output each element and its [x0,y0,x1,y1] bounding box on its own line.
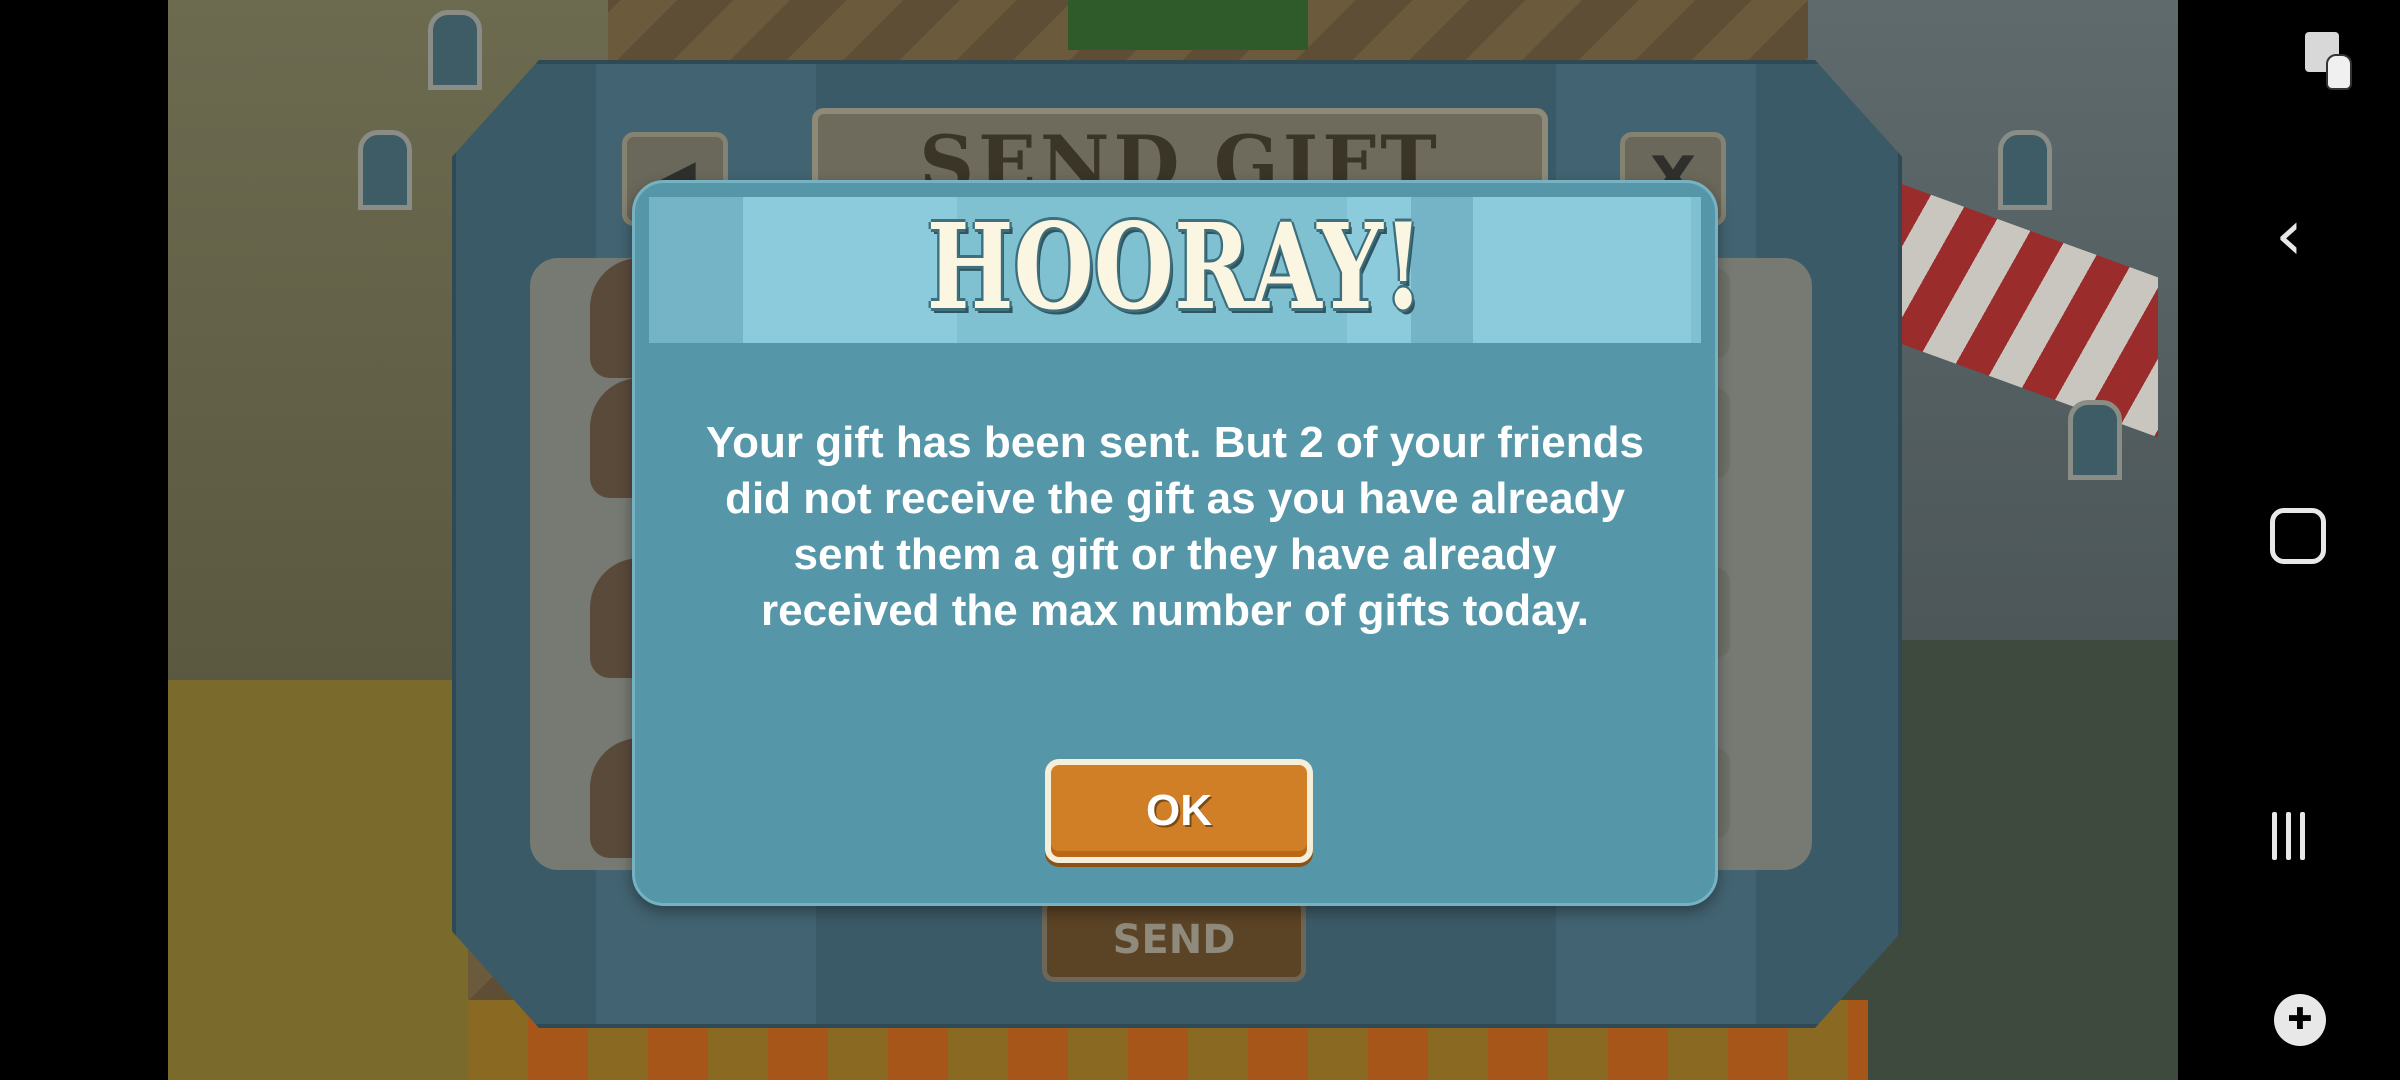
back-icon[interactable]: ‹ [2178,200,2400,270]
hooray-dialog: HOORAY! Your gift has been sent. But 2 o… [632,180,1718,906]
gamepad-icon: ✚ [2274,994,2326,1046]
background-window [358,130,412,210]
screenshot-icon-hand [2326,54,2352,90]
background-window [428,10,482,90]
send-button[interactable]: SEND [1042,898,1306,982]
background-shop-left [168,680,468,1080]
home-icon-square [2270,508,2326,564]
recents-icon-bar [2300,812,2305,860]
home-icon[interactable] [2178,508,2400,564]
dialog-title: HOORAY! [926,197,1424,336]
dialog-message: Your gift has been sent. But 2 of your f… [706,418,1644,635]
background-window [2068,400,2122,480]
game-tools-icon[interactable]: ✚ [2178,994,2400,1050]
screenshot-icon[interactable] [2178,28,2400,90]
android-nav-bar: ‹ ✚ [2178,0,2400,1080]
recents-icon-bar [2272,812,2277,860]
background-roof [1068,0,1308,50]
ok-button[interactable]: OK [1045,759,1313,863]
recents-icon-bar [2286,812,2291,860]
recents-icon[interactable] [2178,812,2400,864]
header-stripe [649,197,743,343]
background-window [1998,130,2052,210]
